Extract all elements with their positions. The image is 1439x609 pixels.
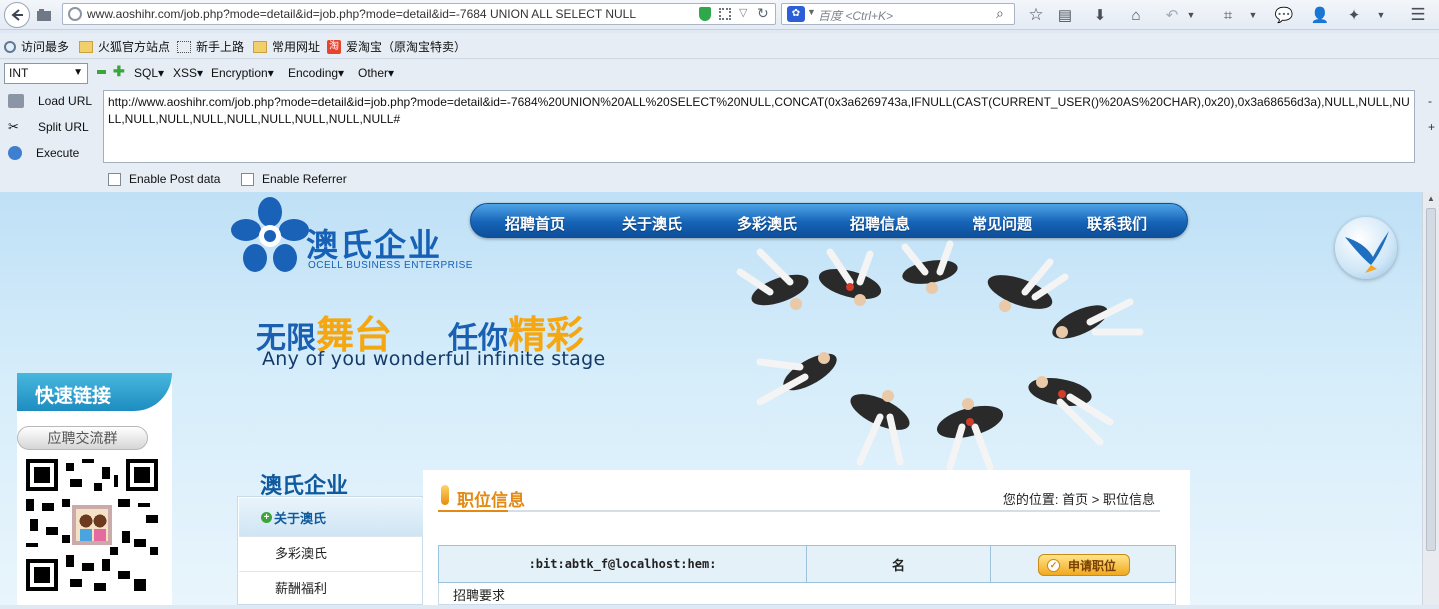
quick-links-title: 快速链接 [35,385,112,407]
side-menu-colorful[interactable]: 多彩澳氏 [239,536,423,571]
play-icon [8,146,22,160]
menu-sql[interactable]: SQL▾ [134,66,164,80]
undo-icon[interactable]: ↶ [1162,4,1182,26]
search-icon[interactable]: ⌕ [996,5,1004,22]
dropdown-arrow-icon[interactable]: ▼ [1246,4,1260,26]
bookmark-common-sites[interactable]: 常用网址 [253,38,320,55]
apply-job-button[interactable]: ✓ 申请职位 [1038,554,1130,576]
nav-contact[interactable]: 联系我们 [1087,213,1147,234]
flower-logo-icon [231,197,309,272]
menu-encoding[interactable]: Encoding▾ [288,66,344,80]
shield-icon [699,7,711,21]
quick-links-box: 快速链接 应聘交流群 [17,373,172,605]
job-name-cell: :bit:abtk_f@localhost:hem: [439,546,807,582]
side-menu-benefits[interactable]: 薪酬福利 [239,571,423,605]
dropdown-arrow-icon[interactable]: ▼ [807,7,816,17]
type-select[interactable]: INT ▼ [4,63,88,84]
back-arrow-icon [11,9,23,21]
menu-encryption[interactable]: Encryption▾ [211,66,274,80]
history-menu-icon[interactable] [34,5,54,25]
qr-code-icon[interactable] [719,8,731,20]
plus-icon[interactable]: ✚ [113,64,125,78]
bookmark-most-visited[interactable]: 访问最多 [4,38,69,55]
back-button[interactable] [4,2,30,28]
dotted-page-icon [177,40,191,53]
enable-post-checkbox[interactable]: Enable Post data [108,172,220,186]
browser-toolbar: www.aoshihr.com/job.php?mode=detail&id=j… [0,0,1439,30]
load-url-button[interactable]: Load URL [8,94,92,108]
gear-icon [4,40,16,53]
dropdown-arrow-icon[interactable]: ▼ [1374,4,1388,26]
chat-icon[interactable]: 💬 [1274,4,1294,26]
nav-faq[interactable]: 常见问题 [972,213,1032,234]
search-box[interactable]: ✿ ▼ 百度 <Ctrl+K> ⌕ [781,3,1015,25]
side-menu-about[interactable]: + 关于澳氏 [239,498,423,536]
baidu-paw-icon[interactable]: ✿ [787,6,805,22]
shrink-button[interactable]: - [1428,94,1432,108]
job-col2-cell: 名 [807,546,991,582]
scrollbar-thumb[interactable] [1426,208,1436,551]
breadcrumb: 您的位置: 首页 > 职位信息 [1002,492,1155,507]
dropdown-arrow-icon[interactable]: ▼ [1184,4,1198,26]
logo-subtitle: OCELL BUSINESS ENTERPRISE [308,260,473,271]
scissors-icon: ✂ [8,119,19,134]
star-icon[interactable]: ☆ [1026,4,1046,26]
job-group-button[interactable]: 应聘交流群 [17,426,148,450]
slogan-en: Any of you wonderful infinite stage [262,348,606,370]
nav-jobs[interactable]: 招聘信息 [850,213,910,234]
skydivers-image [736,240,1144,471]
address-bar[interactable]: www.aoshihr.com/job.php?mode=detail&id=j… [62,3,776,25]
checkbox-box[interactable] [241,172,254,186]
dropdown-arrow-icon[interactable]: ▽ [739,6,747,19]
job-table: :bit:abtk_f@localhost:hem: 名 ✓ 申请职位 [438,545,1176,583]
home-icon[interactable]: ⌂ [1126,4,1146,26]
breadcrumb-home[interactable]: 首页 [1062,492,1088,507]
bookmark-getting-started[interactable]: 新手上路 [177,38,244,55]
expand-button[interactable]: + [1428,120,1435,134]
quick-links-header: 快速链接 [17,373,172,411]
qr-code-image [26,459,158,591]
globe-icon [68,7,82,21]
minus-icon[interactable] [97,70,106,74]
plus-circle-icon: + [261,511,272,523]
split-url-button[interactable]: ✂ Split URL [8,119,89,135]
scroll-up-icon[interactable]: ▲ [1427,194,1435,203]
bird-badge-icon[interactable] [1335,217,1397,279]
crop-icon[interactable]: ⌗ [1218,4,1238,26]
enable-referrer-checkbox[interactable]: Enable Referrer [241,172,347,186]
menu-xss[interactable]: XSS▾ [173,66,203,80]
hackbar-url-input[interactable]: http://www.aoshihr.com/job.php?mode=deta… [103,90,1415,163]
load-url-icon [8,94,24,108]
nav-about[interactable]: 关于澳氏 [622,213,682,234]
download-icon[interactable]: ⬇ [1090,4,1110,26]
title-divider [438,510,1160,512]
menu-other[interactable]: Other▾ [358,66,394,80]
panel-title: 职位信息 [457,491,525,511]
user-icon[interactable]: 👤 [1310,4,1330,26]
reading-list-icon[interactable]: ▤ [1055,4,1075,26]
requirements-row: 招聘要求 [438,583,1176,605]
nav-colorful[interactable]: 多彩澳氏 [737,213,797,234]
breadcrumb-current: 职位信息 [1102,492,1155,507]
side-menu: + 关于澳氏 多彩澳氏 薪酬福利 [237,496,423,605]
nav-home[interactable]: 招聘首页 [505,213,565,234]
title-bar-icon [441,485,449,505]
checkbox-box[interactable] [108,172,121,186]
bookmarks-toolbar: 访问最多 火狐官方站点 新手上路 常用网址 淘 爱淘宝（原淘宝特卖） [0,33,1439,59]
reload-icon[interactable]: ↻ [757,5,769,22]
check-circle-icon: ✓ [1047,558,1060,572]
folder-icon [253,40,267,53]
web-page: 澳氏企业 OCELL BUSINESS ENTERPRISE 招聘首页 关于澳氏… [0,192,1422,605]
taobao-icon: 淘 [327,39,341,54]
execute-button[interactable]: Execute [8,146,79,160]
hackbar-panel: INT ▼ ✚ SQL▾ XSS▾ Encryption▾ Encoding▾ … [0,60,1439,192]
bookmark-taobao[interactable]: 淘 爱淘宝（原淘宝特卖） [327,38,466,55]
menu-icon[interactable]: ☰ [1406,4,1430,26]
search-placeholder: 百度 <Ctrl+K> [818,9,894,23]
address-text[interactable]: www.aoshihr.com/job.php?mode=detail&id=j… [87,7,697,21]
extension-icon[interactable]: ✦ [1344,4,1364,26]
folder-icon [79,40,93,53]
bookmark-firefox-site[interactable]: 火狐官方站点 [79,38,170,55]
chevron-down-icon: ▼ [73,67,83,78]
